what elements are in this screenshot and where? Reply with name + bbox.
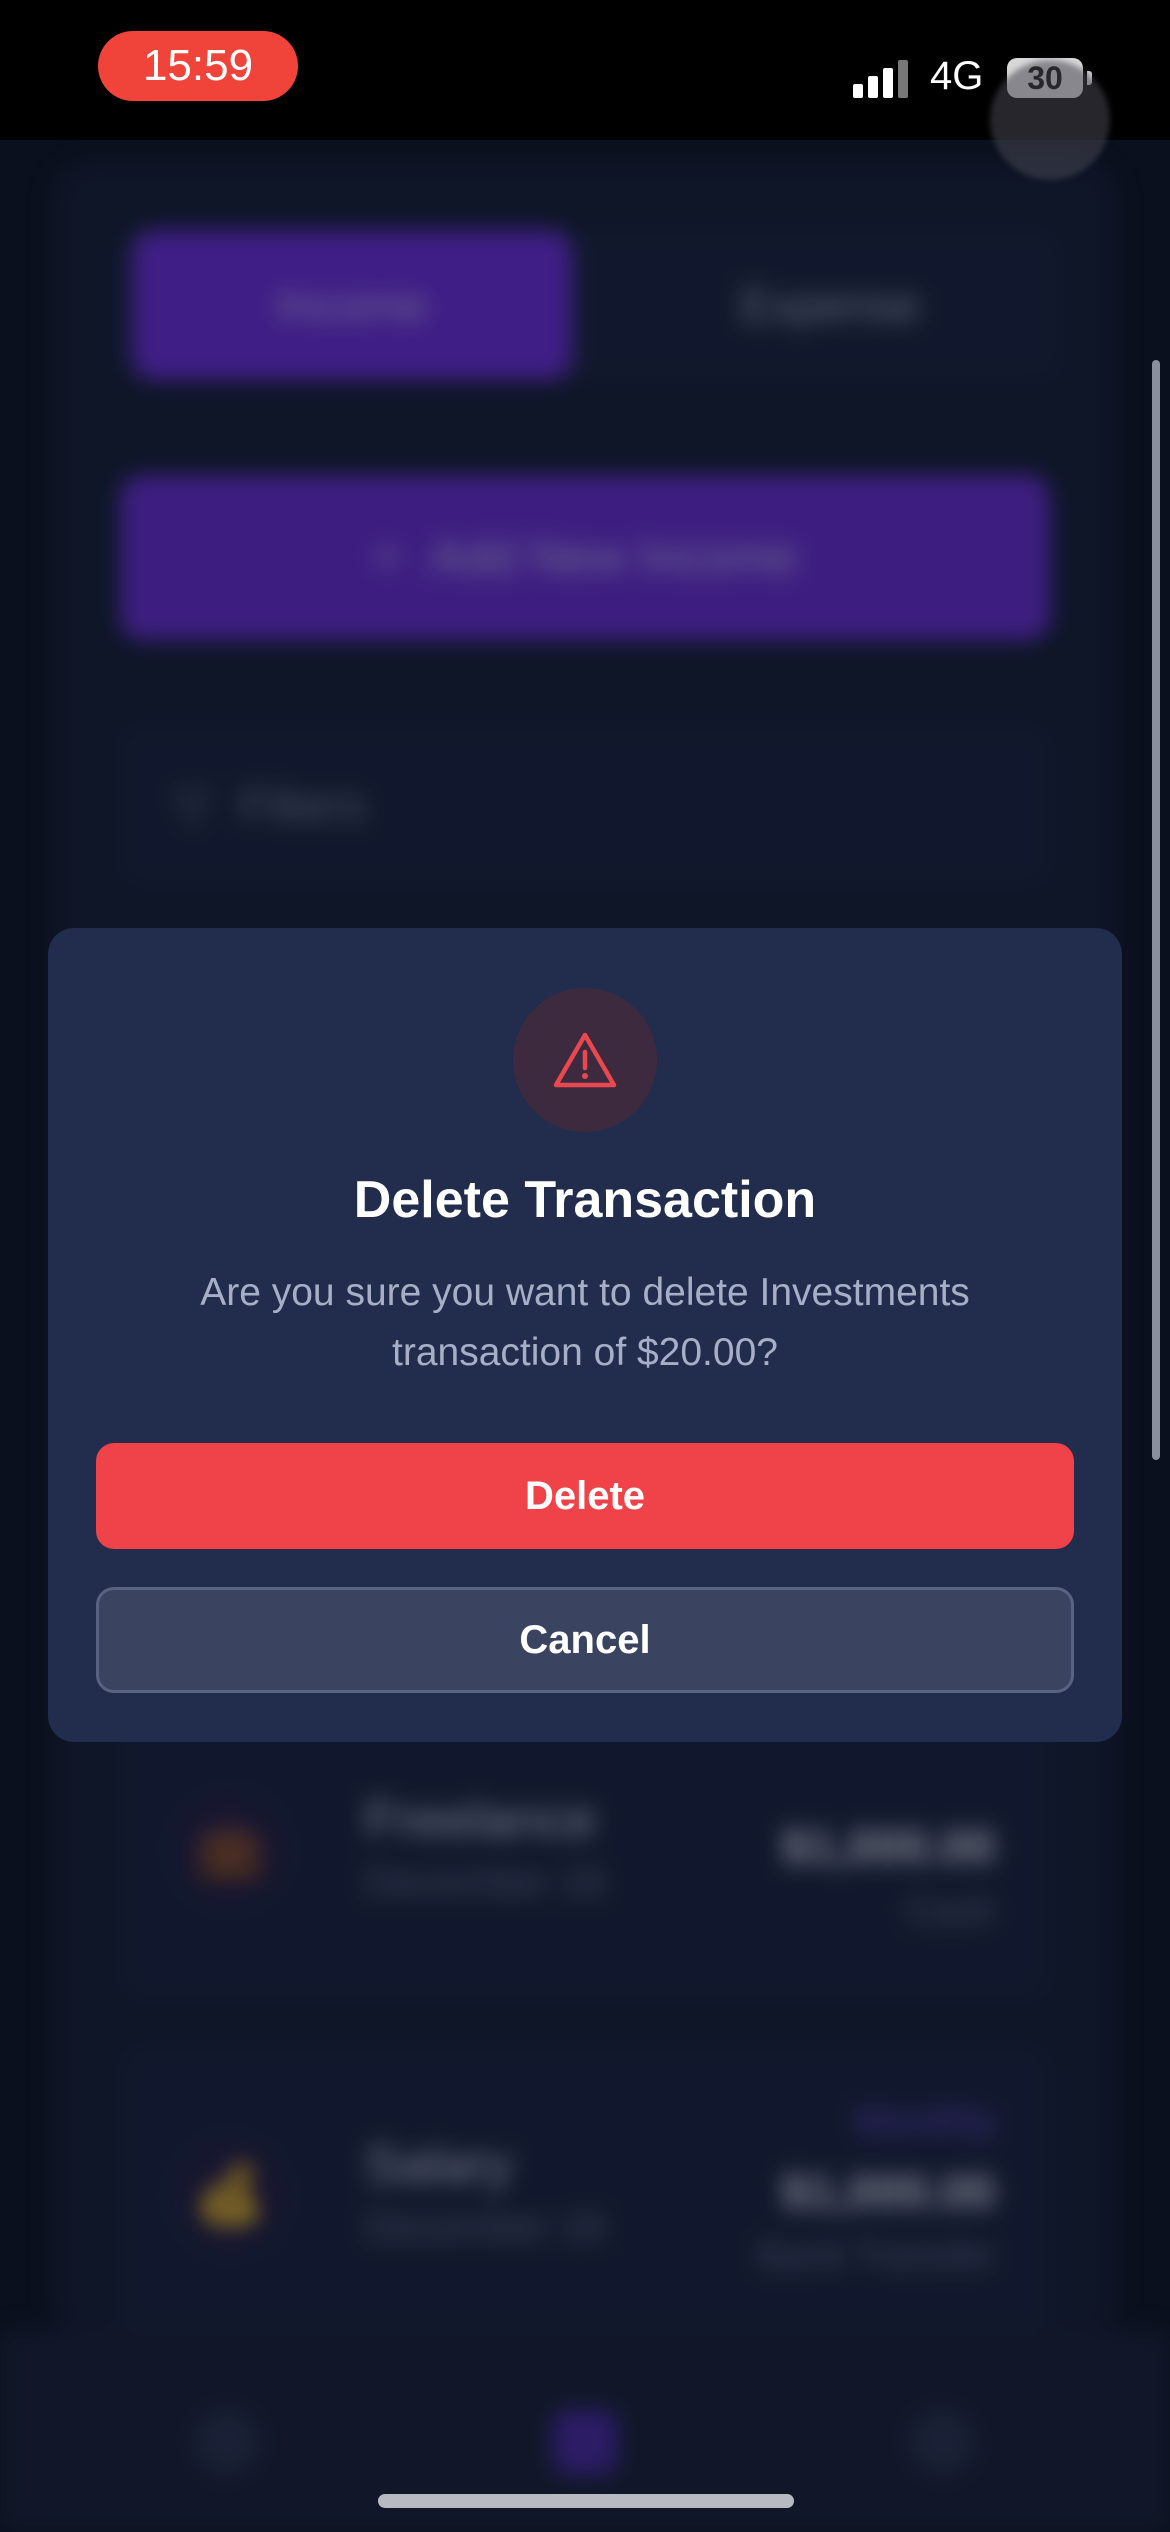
warning-triangle-icon [553, 1032, 617, 1088]
assistive-touch-button[interactable] [990, 60, 1110, 180]
cellular-signal-icon [853, 58, 913, 98]
home-indicator[interactable] [378, 2494, 794, 2508]
status-time[interactable]: 15:59 [98, 31, 298, 101]
cancel-button[interactable]: Cancel [96, 1587, 1074, 1693]
scrollbar [1152, 360, 1160, 1460]
dialog-message: Are you sure you want to delete Investme… [200, 1271, 970, 1374]
delete-button[interactable]: Delete [96, 1443, 1074, 1549]
dialog-title: Delete Transaction [353, 1171, 817, 1229]
network-type: 4G [930, 54, 984, 98]
delete-confirmation-dialog: Delete Transaction Are you sure you want… [48, 928, 1122, 1742]
warning-badge [513, 988, 657, 1132]
